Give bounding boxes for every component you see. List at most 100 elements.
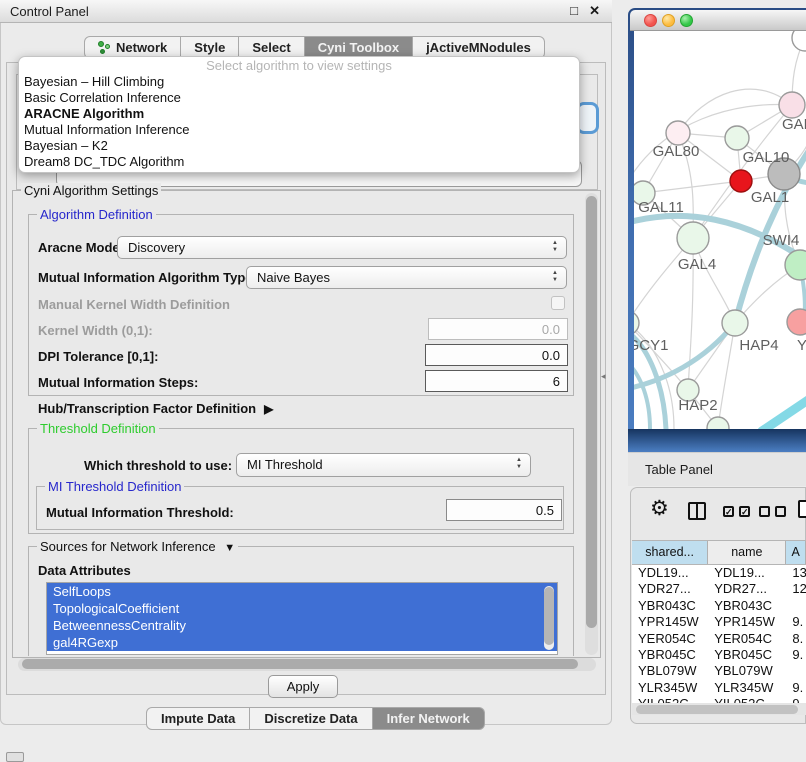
svg-text:GAL10: GAL10 (743, 149, 790, 166)
column-header-shared-name[interactable]: shared... (632, 541, 708, 564)
algorithm-option[interactable]: Basic Correlation Inference (19, 90, 579, 106)
list-item[interactable]: gal4RGexp (47, 634, 557, 651)
tab-infer-network[interactable]: Infer Network (373, 707, 485, 730)
network-window-titlebar[interactable] (630, 10, 806, 31)
stepper-arrows-icon: ▲▼ (515, 457, 523, 473)
corner-widget-partial[interactable] (6, 752, 24, 762)
float-window-icon[interactable]: □ (570, 3, 578, 18)
node-labels: GAL80 GAL10 GAL1 GAL11 GAL4 SWI4 GCY1 HA… (634, 116, 806, 414)
mi-type-label: Mutual Information Algorithm Type: (38, 270, 257, 285)
table-row[interactable]: YBL079WYBL079W (632, 663, 806, 679)
column-header-partial[interactable]: A (786, 541, 806, 564)
scrollbar-thumb[interactable] (586, 196, 597, 628)
zoom-traffic-light[interactable] (680, 14, 693, 27)
svg-text:GAL1: GAL1 (751, 189, 789, 206)
node-swi4[interactable] (785, 250, 806, 280)
algorithm-option[interactable]: Bayesian – K2 (19, 138, 579, 154)
dpi-tolerance-field[interactable] (425, 344, 568, 366)
columns-icon[interactable] (688, 502, 706, 520)
kernel-width-label: Kernel Width (0,1): (38, 323, 153, 338)
algorithm-prompt: Select algorithm to view settings (19, 58, 579, 74)
table-row[interactable]: YIL052CYIL052C9 (632, 696, 806, 703)
list-item[interactable]: SelfLoops (47, 583, 557, 600)
algorithm-definition-title: Algorithm Definition (37, 207, 156, 222)
apply-button[interactable]: Apply (268, 675, 338, 698)
algorithm-option[interactable]: Dream8 DC_TDC Algorithm (19, 154, 579, 170)
select-all-icon[interactable]: ✓ (739, 506, 750, 517)
table-row[interactable]: YBR043CYBR043C (632, 598, 806, 614)
select-all-icon[interactable]: ✓ (723, 506, 734, 517)
data-attributes-list: SelfLoops TopologicalCoefficient Between… (46, 582, 558, 655)
algorithm-option[interactable]: Bayesian – Hill Climbing (19, 74, 579, 90)
table-panel-titlebar: Table Panel (628, 452, 806, 486)
kernel-width-field[interactable] (428, 318, 568, 340)
algorithm-dropdown-popup: Select algorithm to view settings Bayesi… (18, 56, 580, 173)
svg-text:SWI4: SWI4 (763, 232, 800, 249)
svg-text:GAL80: GAL80 (653, 143, 700, 160)
file-icon-partial[interactable] (798, 500, 806, 518)
algorithm-option-selected[interactable]: ARACNE Algorithm (19, 106, 579, 122)
which-threshold-combo[interactable]: MI Threshold ▲▼ (236, 453, 531, 477)
network-icon (98, 41, 111, 54)
mi-steps-label: Mutual Information Steps: (38, 375, 198, 390)
mi-threshold-title: MI Threshold Definition (45, 479, 184, 494)
table-header-row: shared... name A (632, 540, 806, 565)
tab-discretize-data[interactable]: Discretize Data (250, 707, 372, 730)
mi-threshold-field[interactable] (446, 499, 562, 521)
node-hap4[interactable] (722, 310, 748, 336)
minimize-traffic-light[interactable] (662, 14, 675, 27)
cyni-bottom-tabbar: Impute Data Discretize Data Infer Networ… (146, 707, 485, 730)
splitter-collapse-arrow[interactable]: ◂ (601, 371, 606, 382)
collapsed-arrow-icon: ▶ (264, 402, 273, 416)
which-threshold-label: Which threshold to use: (84, 458, 232, 473)
network-canvas[interactable]: GAL80 GAL10 GAL1 GAL11 GAL4 SWI4 GCY1 HA… (634, 31, 806, 429)
expanded-arrow-icon: ▼ (224, 542, 235, 554)
network-window-bottom-border (628, 429, 806, 452)
scrollbar-thumb[interactable] (636, 705, 798, 714)
table-horizontal-scrollbar[interactable] (632, 703, 806, 715)
node-gal[interactable] (779, 92, 805, 118)
aracne-mode-combo[interactable]: Discovery ▲▼ (117, 236, 567, 259)
deselect-all-icon[interactable] (775, 506, 786, 517)
control-panel-titlebar: Control Panel □ ✕ (0, 0, 612, 23)
node-table: shared... name A YDL19...YDL19...13 YDR2… (632, 540, 806, 703)
settings-vertical-scrollbar[interactable] (585, 193, 598, 655)
table-row[interactable]: YER054CYER054C8. (632, 631, 806, 647)
sources-title[interactable]: Sources for Network Inference ▼ (37, 539, 238, 554)
stepper-arrows-icon: ▲▼ (551, 240, 559, 256)
svg-text:Y: Y (797, 337, 806, 354)
tab-impute-data[interactable]: Impute Data (146, 707, 250, 730)
node-gal1[interactable] (730, 170, 752, 192)
gear-icon[interactable]: ⚙ (650, 498, 669, 519)
table-panel-title: Table Panel (645, 462, 713, 477)
scrollbar-thumb[interactable] (22, 659, 578, 669)
node-salmon[interactable] (787, 309, 806, 335)
list-item[interactable]: TopologicalCoefficient (47, 600, 557, 617)
table-row[interactable]: YDL19...YDL19...13 (632, 565, 806, 581)
manual-kernel-label: Manual Kernel Width Definition (38, 297, 230, 312)
close-window-icon[interactable]: ✕ (589, 3, 600, 19)
node-gal80[interactable] (666, 121, 690, 145)
table-row[interactable]: YPR145WYPR145W9. (632, 614, 806, 630)
node-gal10[interactable] (725, 126, 749, 150)
deselect-all-icon[interactable] (759, 506, 770, 517)
mi-type-combo[interactable]: Naive Bayes ▲▼ (246, 266, 567, 289)
scrollbar-thumb[interactable] (544, 587, 554, 645)
mi-steps-field[interactable] (425, 370, 568, 392)
list-vertical-scrollbar[interactable] (544, 586, 554, 650)
algorithm-option[interactable]: Mutual Information Inference (19, 122, 579, 138)
close-traffic-light[interactable] (644, 14, 657, 27)
table-row[interactable]: YDR27...YDR27...12 (632, 581, 806, 597)
settings-horizontal-scrollbar[interactable] (18, 658, 596, 671)
svg-text:HAP4: HAP4 (739, 337, 778, 354)
node-gal4[interactable] (677, 222, 709, 254)
hub-definition-toggle[interactable]: Hub/Transcription Factor Definition▶ (38, 401, 273, 416)
column-header-name[interactable]: name (708, 541, 786, 564)
node-unlabeled[interactable] (792, 31, 806, 51)
table-row[interactable]: YLR345WYLR345W9. (632, 680, 806, 696)
table-row[interactable]: YBR045CYBR045C9. (632, 647, 806, 663)
list-item[interactable]: BetweennessCentrality (47, 617, 557, 634)
stepper-arrows-icon: ▲▼ (551, 270, 559, 286)
network-nodes (634, 31, 806, 429)
manual-kernel-checkbox[interactable] (551, 296, 565, 310)
